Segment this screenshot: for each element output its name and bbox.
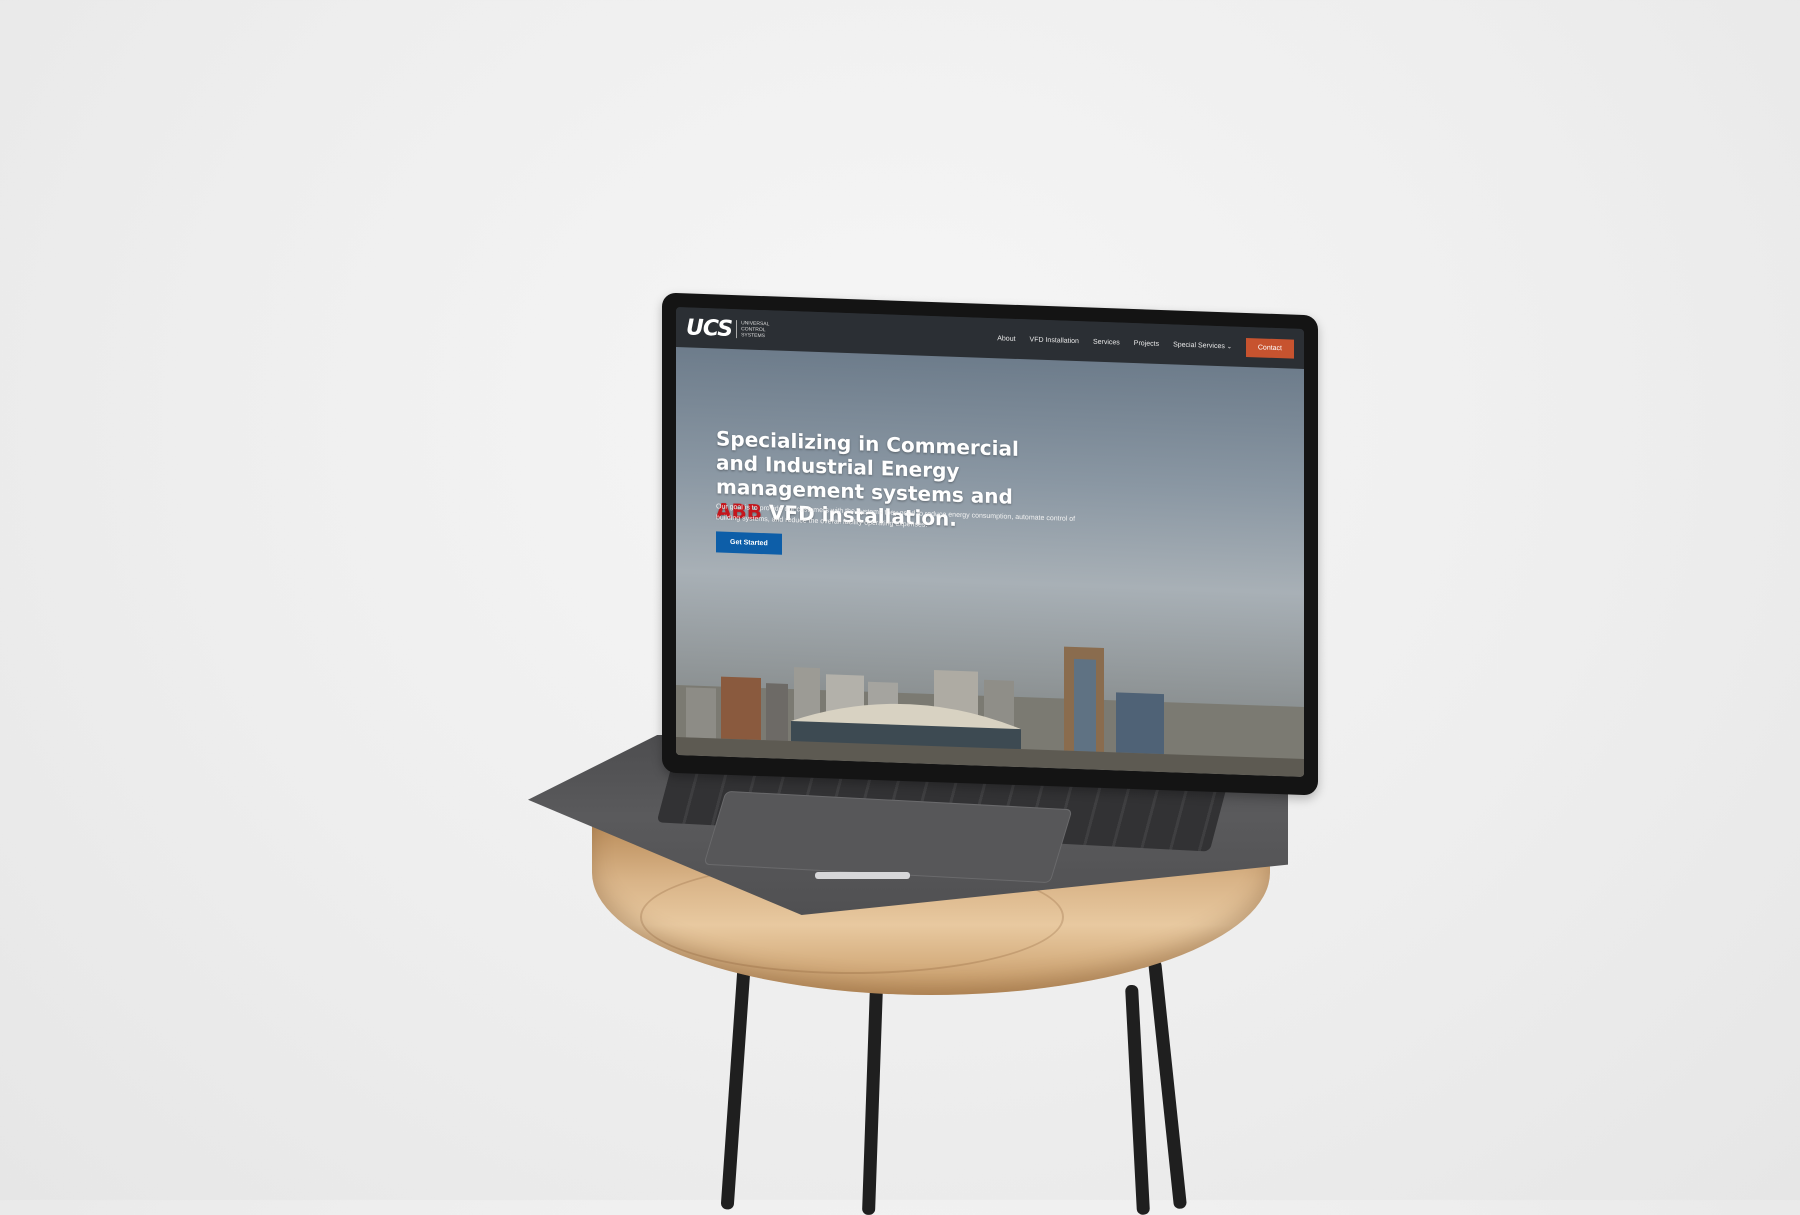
logo-mark: UCS	[686, 314, 733, 342]
logo-text: UNIVERSAL CONTROL SYSTEMS	[736, 320, 778, 340]
laptop-lid: UCS UNIVERSAL CONTROL SYSTEMS About VFD …	[662, 292, 1318, 796]
nav-special-services[interactable]: Special Services ⌄	[1173, 341, 1232, 350]
site-logo[interactable]: UCS UNIVERSAL CONTROL SYSTEMS	[686, 314, 778, 343]
laptop-notch	[815, 872, 910, 879]
nav-about[interactable]: About	[997, 335, 1015, 343]
nav-vfd-installation[interactable]: VFD Installation	[1030, 336, 1079, 345]
nav-special-services-label: Special Services	[1173, 340, 1225, 350]
nav-projects[interactable]: Projects	[1134, 340, 1159, 348]
hero-section: Specializing in Commercial and Industria…	[676, 347, 1304, 777]
nav-services[interactable]: Services	[1093, 338, 1120, 346]
stool-leg	[861, 984, 883, 1215]
hero-title-part1: Specializing in Commercial and Industria…	[716, 426, 1019, 509]
city-skyline-image	[676, 646, 1304, 777]
chevron-down-icon: ⌄	[1226, 343, 1232, 350]
main-nav: About VFD Installation Services Projects…	[997, 329, 1294, 359]
stool-leg	[720, 959, 751, 1210]
get-started-button[interactable]: Get Started	[716, 531, 782, 555]
stool-leg	[1148, 959, 1188, 1210]
laptop-screen: UCS UNIVERSAL CONTROL SYSTEMS About VFD …	[676, 307, 1304, 777]
contact-button[interactable]: Contact	[1245, 337, 1294, 359]
stool-leg	[1125, 984, 1151, 1215]
